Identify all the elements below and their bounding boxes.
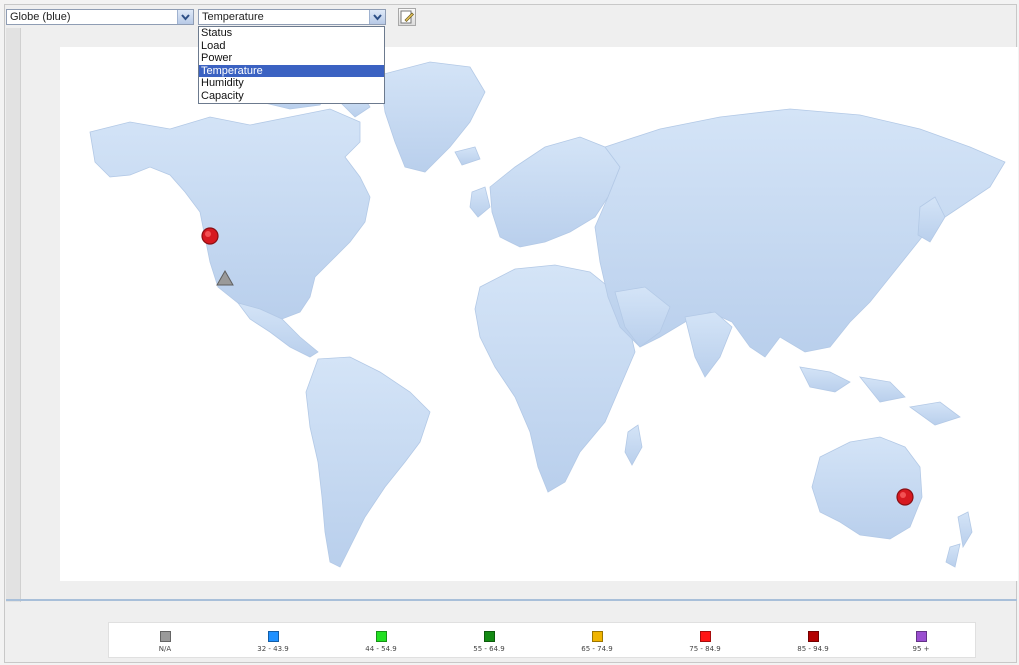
- edit-button[interactable]: [398, 8, 416, 26]
- left-panel-strip: [6, 28, 21, 602]
- legend-label: 44 - 54.9: [365, 645, 397, 653]
- divider: [6, 599, 1017, 601]
- legend-swatch: [591, 631, 603, 642]
- world-map[interactable]: [60, 47, 1018, 581]
- metric-option-load[interactable]: Load: [199, 40, 384, 53]
- legend-label: 75 - 84.9: [689, 645, 721, 653]
- legend-label: N/A: [158, 645, 172, 653]
- legend-label: 65 - 74.9: [581, 645, 613, 653]
- legend-swatch: [915, 631, 927, 642]
- metric-select[interactable]: Temperature: [198, 9, 386, 25]
- metric-option-power[interactable]: Power: [199, 52, 384, 65]
- edit-pencil-icon: [400, 10, 414, 24]
- india: [684, 311, 733, 378]
- legend-item: 55 - 64.9: [459, 631, 519, 653]
- legend-swatch: [375, 631, 387, 642]
- legend-label: 95 +: [912, 645, 930, 653]
- chevron-down-icon[interactable]: [369, 10, 385, 24]
- legend-label: 55 - 64.9: [473, 645, 505, 653]
- australia: [811, 436, 923, 540]
- map-style-select-value: Globe (blue): [10, 11, 71, 23]
- south-america: [305, 356, 431, 568]
- legend-item: N/A: [135, 631, 195, 653]
- legend-swatch: [159, 631, 171, 642]
- metric-option-temperature[interactable]: Temperature: [199, 64, 384, 77]
- metric-option-humidity[interactable]: Humidity: [199, 77, 384, 90]
- temperature-legend: N/A 32 - 43.9 44 - 54.9 55 - 64.9 65 - 7…: [108, 622, 976, 658]
- legend-swatch: [483, 631, 495, 642]
- legend-swatch: [267, 631, 279, 642]
- legend-swatch: [699, 631, 711, 642]
- legend-item: 32 - 43.9: [243, 631, 303, 653]
- legend-item: 75 - 84.9: [675, 631, 735, 653]
- metric-select-value: Temperature: [202, 11, 264, 23]
- legend-item: 44 - 54.9: [351, 631, 411, 653]
- legend-swatch: [807, 631, 819, 642]
- chevron-down-icon[interactable]: [177, 10, 193, 24]
- legend-item: 65 - 74.9: [567, 631, 627, 653]
- legend-item: 85 - 94.9: [783, 631, 843, 653]
- legend-item: 95 +: [891, 631, 951, 653]
- legend-label: 32 - 43.9: [257, 645, 289, 653]
- metric-dropdown-list[interactable]: Status Load Power Temperature Humidity C…: [198, 26, 385, 104]
- map-style-select[interactable]: Globe (blue): [6, 9, 194, 25]
- world-map-canvas: [89, 61, 1006, 568]
- north-america: [89, 108, 371, 320]
- metric-option-capacity[interactable]: Capacity: [199, 90, 384, 103]
- metric-option-status[interactable]: Status: [199, 27, 384, 40]
- legend-label: 85 - 94.9: [797, 645, 829, 653]
